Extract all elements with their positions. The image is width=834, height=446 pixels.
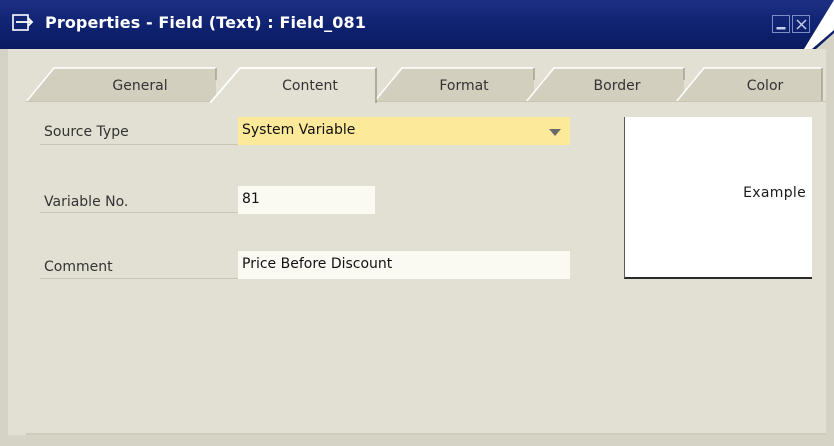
- tab-content-label: Content: [282, 78, 338, 94]
- source-type-underline: [40, 144, 240, 145]
- source-type-value: System Variable: [242, 122, 356, 138]
- variable-no-value: 81: [242, 191, 260, 207]
- window-properties-icon: [12, 13, 34, 33]
- tab-color[interactable]: Color: [676, 66, 826, 102]
- title-bar[interactable]: Properties - Field (Text) : Field_081: [0, 0, 834, 49]
- panel-bottom-edge: [26, 433, 826, 435]
- tab-color-label: Color: [746, 78, 784, 94]
- comment-underline: [40, 278, 240, 279]
- chevron-down-icon[interactable]: [549, 129, 561, 136]
- comment-field[interactable]: Price Before Discount: [238, 251, 570, 279]
- tab-format[interactable]: Format: [374, 66, 542, 102]
- title-bar-corner: [804, 0, 834, 49]
- example-text: Example: [743, 185, 806, 201]
- comment-label: Comment: [44, 259, 113, 275]
- minimize-icon: [776, 27, 786, 30]
- window-title: Properties - Field (Text) : Field_081: [45, 13, 366, 32]
- source-type-label: Source Type: [44, 124, 129, 140]
- source-type-select[interactable]: System Variable: [238, 117, 570, 145]
- tab-format-label: Format: [439, 78, 489, 94]
- tab-border[interactable]: Border: [526, 66, 692, 102]
- properties-window: Properties - Field (Text) : Field_081 Ge…: [0, 0, 834, 446]
- variable-no-field[interactable]: 81: [238, 186, 375, 214]
- tab-general[interactable]: General: [26, 66, 226, 102]
- tab-content[interactable]: Content: [210, 66, 382, 103]
- variable-no-label: Variable No.: [44, 194, 129, 210]
- variable-no-underline: [40, 212, 240, 213]
- minimize-button[interactable]: [772, 15, 790, 33]
- example-preview: Example: [624, 117, 812, 279]
- comment-value: Price Before Discount: [242, 256, 393, 272]
